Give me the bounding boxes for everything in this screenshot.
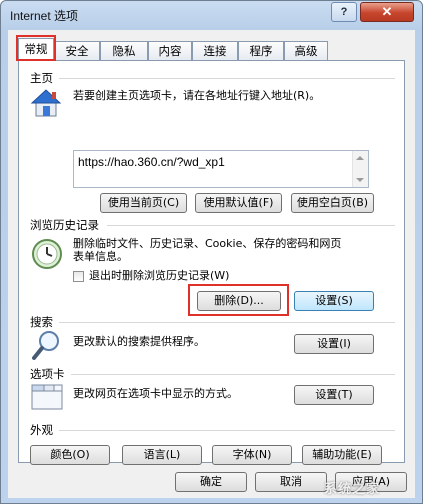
tab-connections[interactable]: 连接 <box>192 41 238 60</box>
general-tab-panel: 主页 若要创建主页选项卡，请在各地址行键入地址(R)。 https://hao.… <box>18 60 405 465</box>
help-button[interactable]: ? <box>331 2 357 22</box>
scroll-down-icon[interactable] <box>356 178 364 182</box>
languages-button[interactable]: 语言(L) <box>122 445 202 465</box>
window-title: Internet 选项 <box>10 9 79 23</box>
ok-button[interactable]: 确定 <box>175 472 247 492</box>
history-heading: 浏览历史记录 <box>30 218 99 232</box>
delete-on-exit-checkbox[interactable] <box>73 271 84 282</box>
search-settings-button[interactable]: 设置(I) <box>294 334 374 354</box>
history-description-line1: 删除临时文件、历史记录、Cookie、保存的密码和网页 <box>73 237 342 250</box>
home-page-url-value: https://hao.360.cn/?wd_xp1 <box>78 155 225 169</box>
history-settings-button[interactable]: 设置(S) <box>294 291 374 311</box>
tab-highlight-box <box>16 35 56 61</box>
clock-history-icon <box>32 239 62 269</box>
tab-advanced[interactable]: 高级 <box>284 41 328 60</box>
home-heading: 主页 <box>30 71 53 85</box>
close-button[interactable]: ✕ <box>360 2 414 22</box>
scroll-up-icon[interactable] <box>356 156 364 160</box>
url-field-scrollbar[interactable] <box>352 151 368 187</box>
home-description: 若要创建主页选项卡，请在各地址行键入地址(R)。 <box>73 89 321 102</box>
tabs-settings-button[interactable]: 设置(T) <box>294 385 374 405</box>
watermark-text: 系统之家 <box>324 481 381 496</box>
tab-privacy[interactable]: 隐私 <box>100 41 148 60</box>
tabs-description: 更改网页在选项卡中显示的方式。 <box>73 387 238 400</box>
colors-button[interactable]: 颜色(O) <box>30 445 110 465</box>
delete-button-highlight-box <box>188 284 289 316</box>
tabs-separator <box>71 374 395 375</box>
search-separator <box>59 322 395 323</box>
home-page-url-field[interactable]: https://hao.360.cn/?wd_xp1 <box>73 150 369 188</box>
delete-on-exit-label[interactable]: 退出时删除浏览历史记录(W) <box>89 269 229 283</box>
cancel-button[interactable]: 取消 <box>255 472 327 492</box>
use-default-button[interactable]: 使用默认值(F) <box>195 193 282 213</box>
tabbed-window-icon <box>31 384 63 410</box>
tabs-heading: 选项卡 <box>30 367 65 381</box>
use-blank-button[interactable]: 使用空白页(B) <box>291 193 374 213</box>
title-bar[interactable]: Internet 选项 ? ✕ <box>1 1 422 29</box>
tab-security[interactable]: 安全 <box>54 41 100 60</box>
home-separator <box>59 78 395 79</box>
use-current-button[interactable]: 使用当前页(C) <box>100 193 187 213</box>
appearance-heading: 外观 <box>30 423 53 437</box>
fonts-button[interactable]: 字体(N) <box>212 445 292 465</box>
dialog-client-area: 常规 安全 隐私 内容 连接 程序 高级 主页 若要创建主页选项卡，请在各地址行… <box>8 30 415 498</box>
magnifier-icon <box>32 331 59 360</box>
tab-programs[interactable]: 程序 <box>238 41 284 60</box>
house-icon <box>30 89 62 117</box>
tab-content[interactable]: 内容 <box>148 41 192 60</box>
history-description-line2: 表单信息。 <box>73 250 128 263</box>
appearance-separator <box>59 430 395 431</box>
internet-options-window: Internet 选项 ? ✕ 常规 安全 隐私 内容 连接 程序 高级 主页 <box>0 0 423 504</box>
history-separator <box>107 225 395 226</box>
accessibility-button[interactable]: 辅助功能(E) <box>302 445 382 465</box>
search-description: 更改默认的搜索提供程序。 <box>73 335 205 348</box>
